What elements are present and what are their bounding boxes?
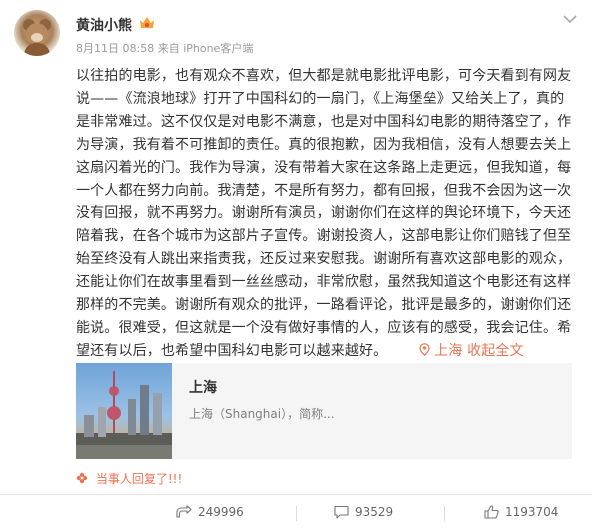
comment-button[interactable]: 93529 bbox=[334, 505, 393, 519]
collapse-link[interactable]: 收起全文 bbox=[467, 343, 524, 359]
card-title: 上海 bbox=[189, 380, 217, 396]
like-button[interactable]: 1193704 bbox=[484, 505, 558, 519]
post-header: 黄油小熊 8月11日 08:58 来自 iPhone客户端 bbox=[0, 0, 592, 62]
like-count: 1193704 bbox=[505, 505, 559, 519]
bear-muzzle bbox=[31, 33, 43, 42]
location-label: 上海 bbox=[434, 342, 463, 359]
post-line: 能说。很难受，但这就是一个没有做好事情的人，应该有的感受，我会记住。希 bbox=[76, 319, 572, 336]
post-meta: 8月11日 08:58 来自 iPhone客户端 bbox=[76, 40, 253, 56]
post-line: 一个人都在努力向前。我清楚，不是所有努力，都有回报，但我不会因为这一次 bbox=[76, 182, 572, 199]
avatar[interactable] bbox=[14, 10, 60, 56]
post-line: 陪着我，在各个城市为这部片子宣传。谢谢投资人，这部电影让你们赔钱了但至 bbox=[76, 228, 572, 245]
action-bar: 249996 93529 1193704 bbox=[0, 495, 592, 532]
comment-icon bbox=[334, 505, 349, 519]
share-button[interactable]: 249996 bbox=[176, 505, 244, 519]
bear-body bbox=[24, 43, 50, 56]
author-name[interactable]: 黄油小熊 bbox=[76, 15, 132, 35]
skyline-icon bbox=[76, 371, 172, 459]
post-line: 没有回报，就不再努力。谢谢所有演员，谢谢你们在这样的舆论环境下，今天还 bbox=[76, 205, 572, 222]
post-date: 8月11日 08:58 bbox=[76, 42, 155, 55]
post-line: 始至终没有人跳出来指责我，还反过来安慰我。谢谢所有喜欢这部电影的观众， bbox=[76, 251, 572, 268]
vip-badge-icon bbox=[140, 17, 154, 28]
post-line: 这扇闪着光的门。我作为导演，没有带着大家在这条路上走更远，但我知道，每 bbox=[76, 159, 572, 176]
post-last-line: 望还有以后，也希望中国科幻电影可以越来越好。 bbox=[76, 342, 388, 359]
location-card[interactable]: 上海 上海（Shanghai），简称... bbox=[76, 363, 572, 459]
post-body: 以往拍的电影，也有观众不喜欢，但大都是就电影批评电影，可今天看到有网友 说——《… bbox=[76, 65, 582, 363]
location-pin-icon bbox=[418, 343, 430, 356]
thumbs-up-icon bbox=[484, 505, 499, 519]
action-separator bbox=[296, 506, 297, 521]
post-source: 来自 iPhone客户端 bbox=[157, 42, 254, 55]
post-line: 还能让你们在故事里看到一丝丝感动，非常欣慰，虽然我知道这个电影还有这样 bbox=[76, 274, 572, 291]
card-subtitle: 上海（Shanghai），简称... bbox=[189, 407, 335, 421]
reply-note-text: 当事人回复了!!! bbox=[95, 472, 183, 486]
chevron-down-icon[interactable] bbox=[563, 14, 577, 24]
location-link[interactable]: 上海 bbox=[418, 342, 468, 359]
share-icon bbox=[176, 505, 192, 518]
post-line: 以往拍的电影，也有观众不喜欢，但大都是就电影批评电影，可今天看到有网友 bbox=[76, 68, 572, 84]
post-line: 说——《流浪地球》打开了中国科幻的一扇门，《上海堡垒》又给关上了，真的 bbox=[76, 90, 565, 107]
post-line: 为导演，我有着不可推卸的责任。真的很抱歉，因为我相信，没有人想要去关上 bbox=[76, 136, 572, 153]
post-line: 那样的不完美。谢谢所有观众的批评，一路看评论，批评是最多的，谢谢你们还 bbox=[76, 297, 572, 314]
flower-icon bbox=[76, 472, 88, 484]
shanghai-skyline-image bbox=[76, 363, 172, 459]
post-line: 望还有以后，也希望中国科幻电影可以越来越好。 上海 收起全文 bbox=[76, 340, 582, 363]
reply-note[interactable]: 当事人回复了!!! bbox=[76, 470, 182, 487]
share-count: 249996 bbox=[198, 505, 244, 519]
comment-count: 93529 bbox=[355, 505, 394, 519]
post-line: 是非常难过。这不仅仅是对电影不满意，也是对中国科幻电影的期待落空了，作 bbox=[76, 113, 572, 130]
action-separator bbox=[444, 506, 445, 521]
